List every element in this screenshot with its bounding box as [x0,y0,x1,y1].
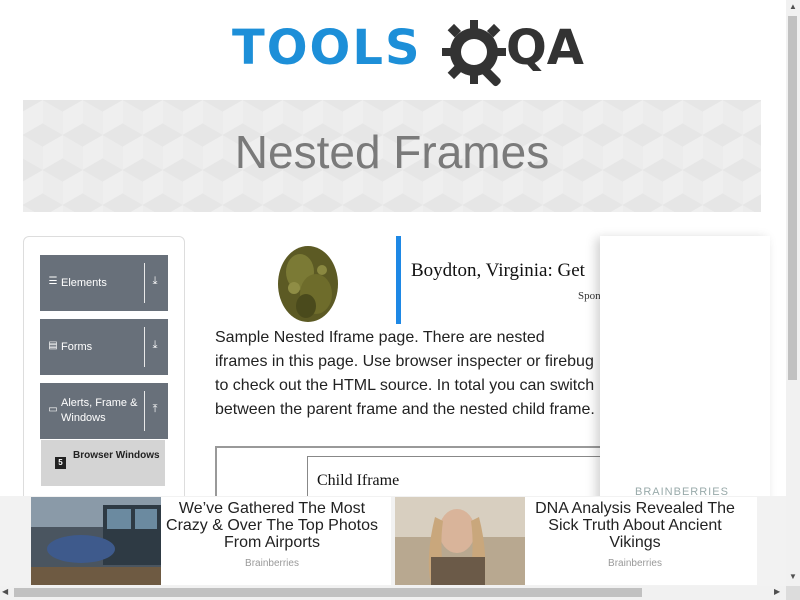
ad-image[interactable] [270,236,346,324]
vertical-scroll-thumb[interactable] [788,16,797,380]
ad-right[interactable] [600,236,770,526]
page-title: Nested Frames [234,126,550,178]
ad-card[interactable]: DNA Analysis Revealed The Sick Truth Abo… [395,497,757,585]
expand-icon[interactable]: ⤓ [148,339,162,352]
sidebar-item-label: Browser Windows [73,450,160,461]
ad-card-title[interactable]: DNA Analysis Revealed The Sick Truth Abo… [527,500,743,551]
divider [144,391,145,431]
scroll-down-icon[interactable]: ▼ [786,572,800,581]
scroll-right-icon[interactable]: ▶ [774,587,780,596]
ad-thumbnail[interactable] [395,497,525,585]
page-banner: Nested Frames [23,100,761,212]
window-icon: ▭ [48,404,58,415]
ad-thumbnail[interactable] [31,497,161,585]
ad-card[interactable]: We’ve Gathered The Most Crazy & Over The… [31,497,391,585]
sidebar-group-alerts-frame-windows[interactable]: ▭ Alerts, Frame & Windows ⤒ [40,383,168,439]
child-iframe-text: Child Iframe [317,472,400,489]
page-description: Sample Nested Iframe page. There are nes… [215,329,595,418]
sidebar-group-label: Alerts, Frame & Windows [61,397,138,424]
sidebar-group-label: Elements [61,276,107,289]
sidebar-group-forms[interactable]: ▤ Forms ⤓ [40,319,168,375]
scroll-up-icon[interactable]: ▲ [786,2,800,11]
ad-card-brand: Brainberries [608,558,662,569]
sidebar-group-elements[interactable]: ☰ Elements ⤓ [40,255,168,311]
sidebar-item-browser-windows[interactable]: 5 Browser Windows [41,440,165,486]
ad-headline[interactable]: Boydton, Virginia: Get [411,260,585,282]
ad-sponsor: Spon [578,290,601,302]
scrollbar-corner [786,586,800,600]
ad-accent-bar [396,236,401,324]
html5-icon: 5 [55,457,66,469]
ad-card-title[interactable]: We’ve Gathered The Most Crazy & Over The… [161,500,383,551]
sidebar-group-label: Forms [61,340,93,353]
expand-icon[interactable]: ⤓ [148,275,162,288]
ad-card-brand: Brainberries [245,558,299,569]
logo-suffix: QA [506,20,584,76]
logo-text: TOOLS [232,20,422,76]
horizontal-scroll-thumb[interactable] [14,588,642,597]
gear-magnifier-icon [442,20,506,87]
divider [144,263,145,303]
scroll-left-icon[interactable]: ◀ [2,587,8,596]
list-icon: ☰ [48,276,58,287]
form-icon: ▤ [48,340,58,351]
divider [144,327,145,367]
toolsqa-logo[interactable]: TOOLS QA [232,14,584,92]
collapse-icon[interactable]: ⤒ [148,403,162,416]
